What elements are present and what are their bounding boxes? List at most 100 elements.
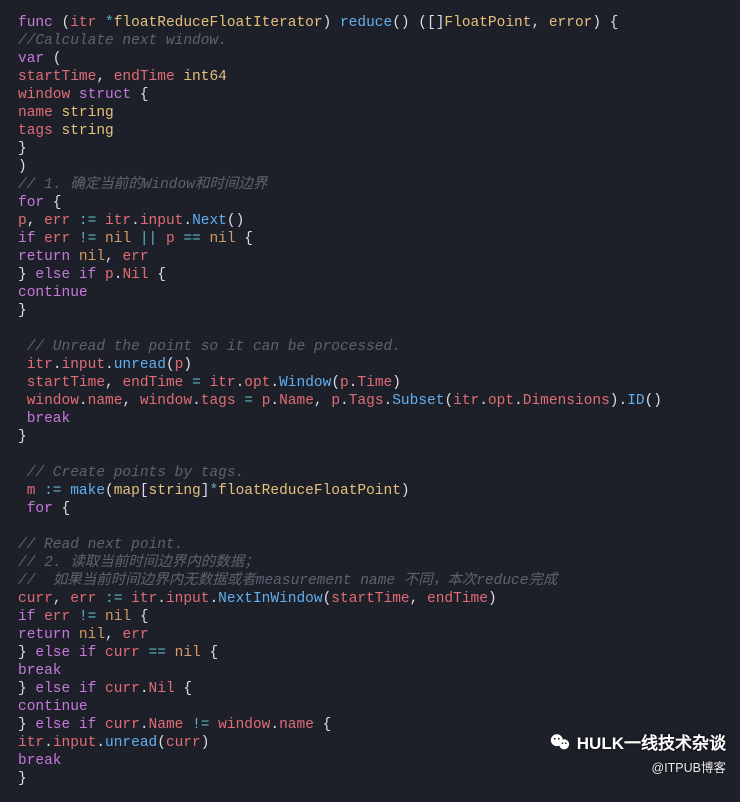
code-token: err: [122, 249, 148, 265]
code-token: tags: [201, 393, 236, 409]
code-token: curr: [166, 735, 201, 751]
code-token: !=: [79, 231, 96, 247]
code-token: {: [149, 267, 166, 283]
code-token: .: [157, 591, 166, 607]
code-token: make: [70, 483, 105, 499]
code-token: .: [514, 393, 523, 409]
code-token: ,: [96, 69, 113, 85]
code-token: ,: [27, 213, 44, 229]
code-token: Nil: [149, 681, 175, 697]
code-token: // Create points by tags.: [18, 465, 244, 481]
code-token: }: [18, 429, 27, 445]
code-token: input: [166, 591, 210, 607]
code-token: string: [149, 483, 201, 499]
code-token: struct: [79, 87, 131, 103]
code-token: [96, 591, 105, 607]
code-token: err: [44, 231, 70, 247]
code-token: [183, 717, 192, 733]
code-token: for: [27, 501, 53, 517]
code-token: p: [340, 375, 349, 391]
code-token: curr: [105, 681, 140, 697]
code-token: ): [323, 15, 340, 31]
code-token: }: [18, 771, 27, 787]
code-token: [18, 501, 27, 517]
code-token: [35, 483, 44, 499]
code-token: :=: [79, 213, 96, 229]
code-token: window: [140, 393, 192, 409]
code-token: (): [227, 213, 244, 229]
code-token: reduce: [340, 15, 392, 31]
code-token: string: [62, 105, 114, 121]
code-token: if: [79, 645, 96, 661]
code-token: err: [70, 591, 96, 607]
code-token: [18, 393, 27, 409]
code-token: (: [444, 393, 453, 409]
code-token: p: [166, 231, 175, 247]
code-token: }: [18, 303, 27, 319]
code-token: break: [27, 411, 71, 427]
code-token: else: [35, 645, 70, 661]
code-token: ): [201, 735, 210, 751]
code-token: [18, 411, 27, 427]
code-token: nil: [175, 645, 201, 661]
code-token: if: [18, 231, 35, 247]
code-token: [18, 375, 27, 391]
code-token: !=: [79, 609, 96, 625]
code-token: {: [53, 501, 70, 517]
code-token: ) {: [592, 15, 618, 31]
code-token: {: [131, 609, 148, 625]
code-token: Tags: [349, 393, 384, 409]
code-token: [70, 717, 79, 733]
code-token: continue: [18, 699, 88, 715]
code-token: ,: [314, 393, 331, 409]
code-token: .: [105, 357, 114, 373]
code-token: [18, 483, 27, 499]
code-token: .: [270, 717, 279, 733]
code-token: .: [79, 393, 88, 409]
code-token: itr: [453, 393, 479, 409]
code-token: Time: [357, 375, 392, 391]
code-token: map: [114, 483, 140, 499]
code-token: ,: [410, 591, 427, 607]
code-token: [70, 627, 79, 643]
code-token: .: [192, 393, 201, 409]
code-token: Next: [192, 213, 227, 229]
code-token: .: [384, 393, 393, 409]
code-token: .: [44, 735, 53, 751]
code-token: ): [401, 483, 410, 499]
code-token: [96, 717, 105, 733]
code-token: else: [35, 267, 70, 283]
code-token: if: [79, 681, 96, 697]
code-token: ||: [140, 231, 157, 247]
code-token: [96, 267, 105, 283]
code-token: [253, 393, 262, 409]
wechat-icon: [549, 731, 571, 757]
code-token: .: [270, 393, 279, 409]
code-token: .: [209, 591, 218, 607]
code-token: if: [18, 609, 35, 625]
code-token: floatReduceFloatPoint: [218, 483, 401, 499]
code-token: Subset: [392, 393, 444, 409]
code-token: else: [35, 717, 70, 733]
code-token: !=: [192, 717, 209, 733]
code-token: itr: [70, 15, 96, 31]
code-token: tags: [18, 123, 53, 139]
code-token: .: [340, 393, 349, 409]
code-token: err: [44, 213, 70, 229]
code-token: [96, 609, 105, 625]
code-token: p: [18, 213, 27, 229]
code-token: [96, 645, 105, 661]
code-token: nil: [79, 249, 105, 265]
code-token: name: [18, 105, 53, 121]
code-token: int64: [183, 69, 227, 85]
code-token: [: [140, 483, 149, 499]
code-token: ID: [627, 393, 644, 409]
code-token: curr: [18, 591, 53, 607]
code-token: *: [209, 483, 218, 499]
code-token: nil: [105, 609, 131, 625]
code-token: Nil: [122, 267, 148, 283]
code-token: nil: [209, 231, 235, 247]
code-token: // 1. 确定当前的Window和时间边界: [18, 177, 267, 193]
code-token: curr: [105, 717, 140, 733]
code-token: }: [18, 645, 35, 661]
